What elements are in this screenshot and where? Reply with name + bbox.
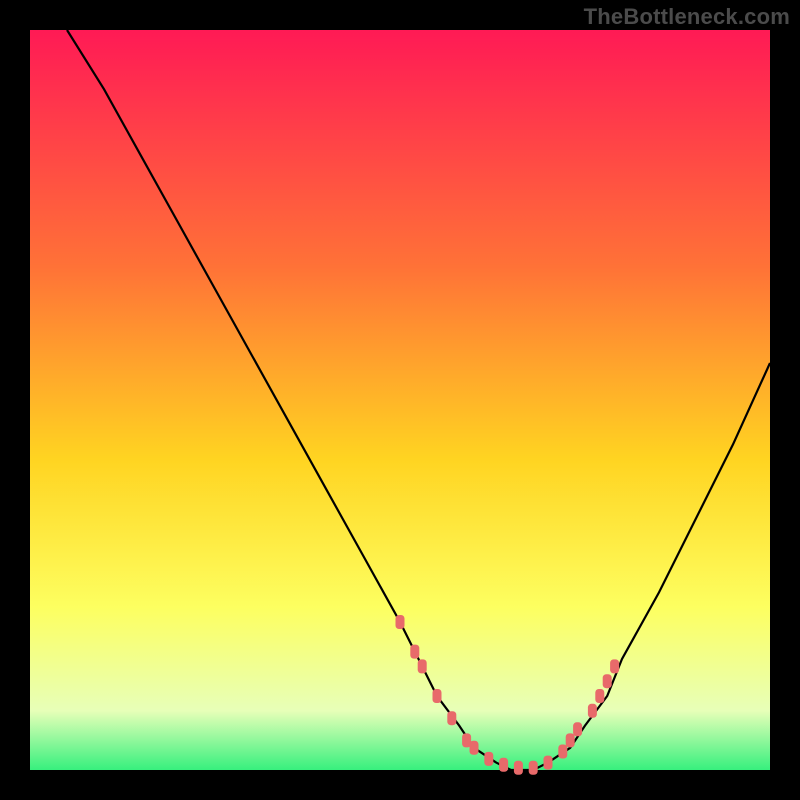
marker-point	[610, 659, 619, 673]
marker-point	[566, 733, 575, 747]
marker-point	[603, 674, 612, 688]
gradient-background	[30, 30, 770, 770]
marker-point	[396, 615, 405, 629]
marker-point	[418, 659, 427, 673]
marker-point	[499, 758, 508, 772]
chart-frame: TheBottleneck.com	[0, 0, 800, 800]
marker-point	[433, 689, 442, 703]
marker-point	[470, 741, 479, 755]
marker-point	[447, 711, 456, 725]
marker-point	[588, 704, 597, 718]
watermark-text: TheBottleneck.com	[584, 4, 790, 30]
marker-point	[544, 756, 553, 770]
marker-point	[514, 761, 523, 775]
marker-point	[529, 761, 538, 775]
marker-point	[595, 689, 604, 703]
marker-point	[558, 745, 567, 759]
marker-point	[410, 645, 419, 659]
marker-point	[573, 722, 582, 736]
marker-point	[484, 752, 493, 766]
bottleneck-chart	[0, 0, 800, 800]
